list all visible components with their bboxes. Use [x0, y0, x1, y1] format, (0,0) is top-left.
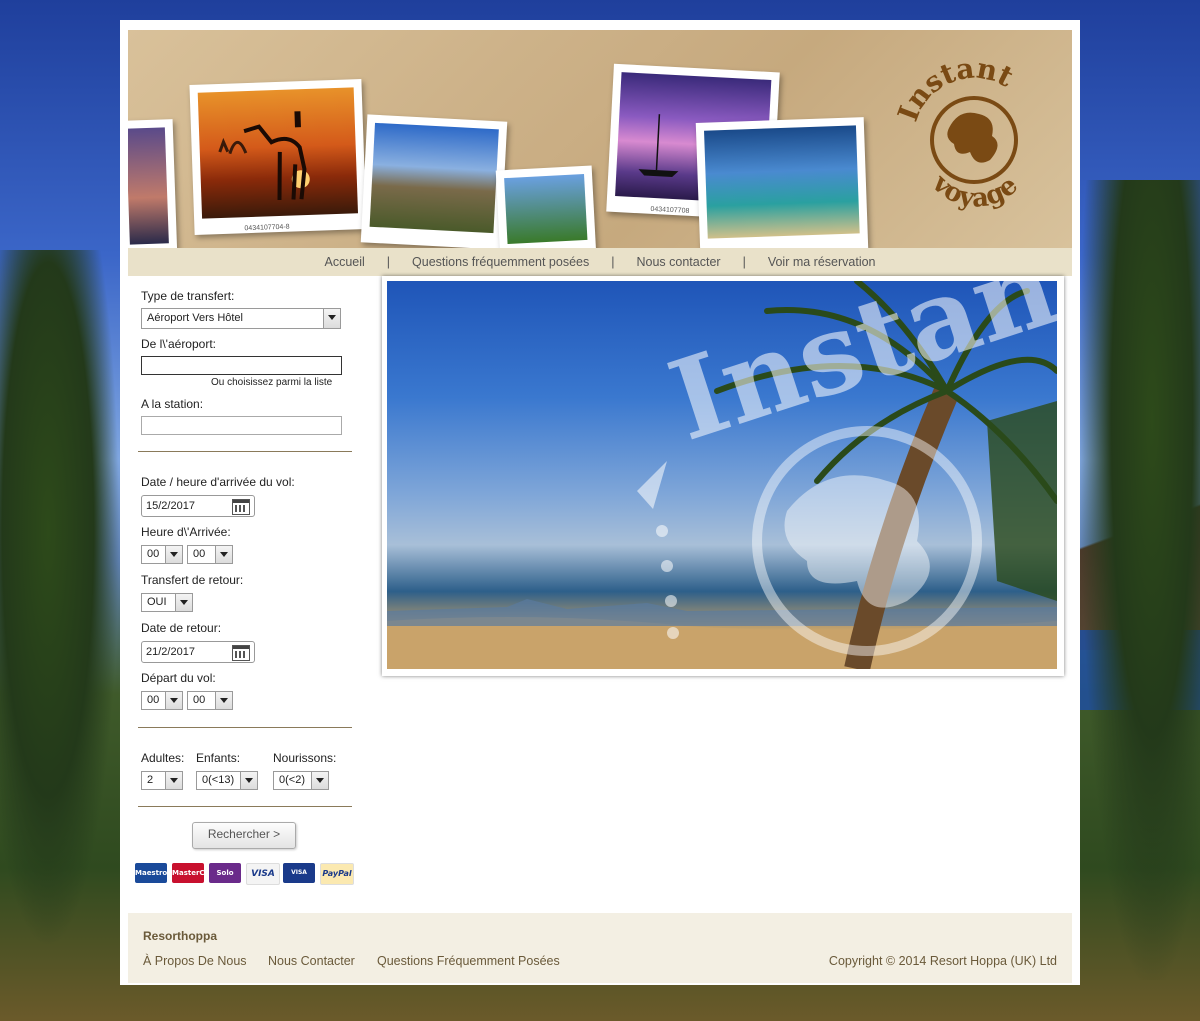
search-button[interactable]: Rechercher > — [192, 822, 296, 849]
photo-caption: 0434107704-8 — [244, 223, 290, 233]
page-container: 0434107704-8 0434107708 Instant voyage A… — [120, 20, 1080, 985]
chevron-down-icon — [311, 772, 328, 789]
arrival-minute-value: 00 — [193, 548, 206, 560]
arrival-date-field[interactable]: 15/2/2017 — [141, 495, 255, 517]
arrival-hour-select[interactable]: 00 — [141, 545, 183, 564]
divider — [138, 806, 352, 807]
from-airport-label: De l\'aéroport: — [141, 337, 216, 351]
return-date-field[interactable]: 21/2/2017 — [141, 641, 255, 663]
maestro-card-icon: Maestro — [135, 863, 167, 883]
transfer-type-label: Type de transfert: — [141, 289, 235, 303]
banner-photo-ruins — [360, 114, 508, 248]
chevron-down-icon — [165, 772, 182, 789]
photo-caption: 0434107708 — [650, 205, 690, 215]
paypal-icon: PayPal — [320, 863, 354, 885]
footer-copyright: Copyright © 2014 Resort Hoppa (UK) Ltd — [828, 954, 1057, 968]
logo-text-top: Instant — [891, 52, 1018, 126]
nav-view-booking[interactable]: Voir ma réservation — [746, 255, 898, 269]
from-airport-input[interactable] — [141, 356, 342, 375]
background-palm-left — [0, 250, 120, 950]
banner-photo-camel: 0434107704-8 — [189, 79, 367, 235]
to-station-label: A la station: — [141, 397, 204, 411]
main-nav: Accueil | Questions fréquemment posées |… — [128, 248, 1072, 276]
calendar-icon[interactable] — [232, 645, 250, 661]
return-date-label: Date de retour: — [141, 621, 222, 635]
adults-select[interactable]: 2 — [141, 771, 183, 790]
arrival-hour-value: 00 — [147, 548, 160, 560]
divider — [138, 727, 352, 728]
adults-label: Adultes: — [141, 751, 185, 765]
nav-faq[interactable]: Questions fréquemment posées — [390, 255, 611, 269]
banner-photo-beach — [695, 117, 869, 248]
departure-minute-select[interactable]: 00 — [187, 691, 233, 710]
background-palm-right — [1080, 180, 1200, 980]
instant-voyage-logo: Instant voyage — [884, 48, 1064, 228]
infants-value: 0(<2) — [279, 774, 305, 786]
children-value: 0(<13) — [202, 774, 235, 786]
infants-select[interactable]: 0(<2) — [273, 771, 329, 790]
chevron-down-icon — [215, 692, 232, 709]
transfer-type-select[interactable]: Aéroport Vers Hôtel — [141, 308, 341, 329]
children-label: Enfants: — [196, 751, 241, 765]
return-transfer-value: OUI — [147, 596, 167, 608]
arrival-datetime-label: Date / heure d'arrivée du vol: — [141, 475, 295, 489]
chevron-down-icon — [240, 772, 257, 789]
chevron-down-icon — [175, 594, 192, 611]
hero-image: Instant — [387, 281, 1057, 669]
departure-hour-select[interactable]: 00 — [141, 691, 183, 710]
calendar-icon[interactable] — [232, 499, 250, 515]
chevron-down-icon — [215, 546, 232, 563]
footer: Resorthoppa À Propos De Nous Nous Contac… — [128, 913, 1072, 983]
chevron-down-icon — [165, 546, 182, 563]
return-transfer-label: Transfert de retour: — [141, 573, 244, 587]
svg-text:voyage: voyage — [926, 168, 1024, 214]
footer-link-faq[interactable]: Questions Fréquemment Posées — [377, 954, 560, 968]
nav-home[interactable]: Accueil — [303, 255, 387, 269]
banner-photo-city — [128, 119, 178, 248]
hero-image-frame: Instant — [382, 276, 1064, 676]
svg-text:Instant: Instant — [891, 52, 1018, 126]
arrival-date-value: 15/2/2017 — [146, 500, 195, 512]
mastercard-icon: MasterCard — [172, 863, 218, 883]
banner-photo-palms — [495, 165, 597, 248]
footer-link-contact[interactable]: Nous Contacter — [268, 954, 355, 968]
choose-from-list-link[interactable]: Ou choisissez parmi la liste — [211, 377, 332, 388]
logo-text-bottom: voyage — [926, 168, 1024, 214]
solo-card-icon: Solo — [209, 863, 241, 883]
chevron-down-icon — [165, 692, 182, 709]
nav-contact[interactable]: Nous contacter — [614, 255, 742, 269]
return-date-value: 21/2/2017 — [146, 646, 195, 658]
children-select[interactable]: 0(<13) — [196, 771, 258, 790]
departure-hour-value: 00 — [147, 694, 160, 706]
to-station-input[interactable] — [141, 416, 342, 435]
footer-brand: Resorthoppa — [143, 929, 218, 943]
departure-label: Départ du vol: — [141, 671, 216, 685]
chevron-down-icon — [323, 309, 340, 328]
footer-link-about[interactable]: À Propos De Nous — [143, 954, 247, 968]
departure-minute-value: 00 — [193, 694, 206, 706]
infants-label: Nourissons: — [273, 751, 337, 765]
return-transfer-select[interactable]: OUI — [141, 593, 193, 612]
adults-value: 2 — [147, 774, 154, 786]
transfer-type-value: Aéroport Vers Hôtel — [147, 312, 243, 324]
arrival-time-label: Heure d\'Arrivée: — [141, 525, 231, 539]
header-banner: 0434107704-8 0434107708 Instant voyage — [128, 30, 1072, 248]
visa-electron-icon: VISA Electron — [283, 863, 315, 896]
visa-card-icon: VISA — [246, 863, 280, 885]
arrival-minute-select[interactable]: 00 — [187, 545, 233, 564]
divider — [138, 451, 352, 452]
